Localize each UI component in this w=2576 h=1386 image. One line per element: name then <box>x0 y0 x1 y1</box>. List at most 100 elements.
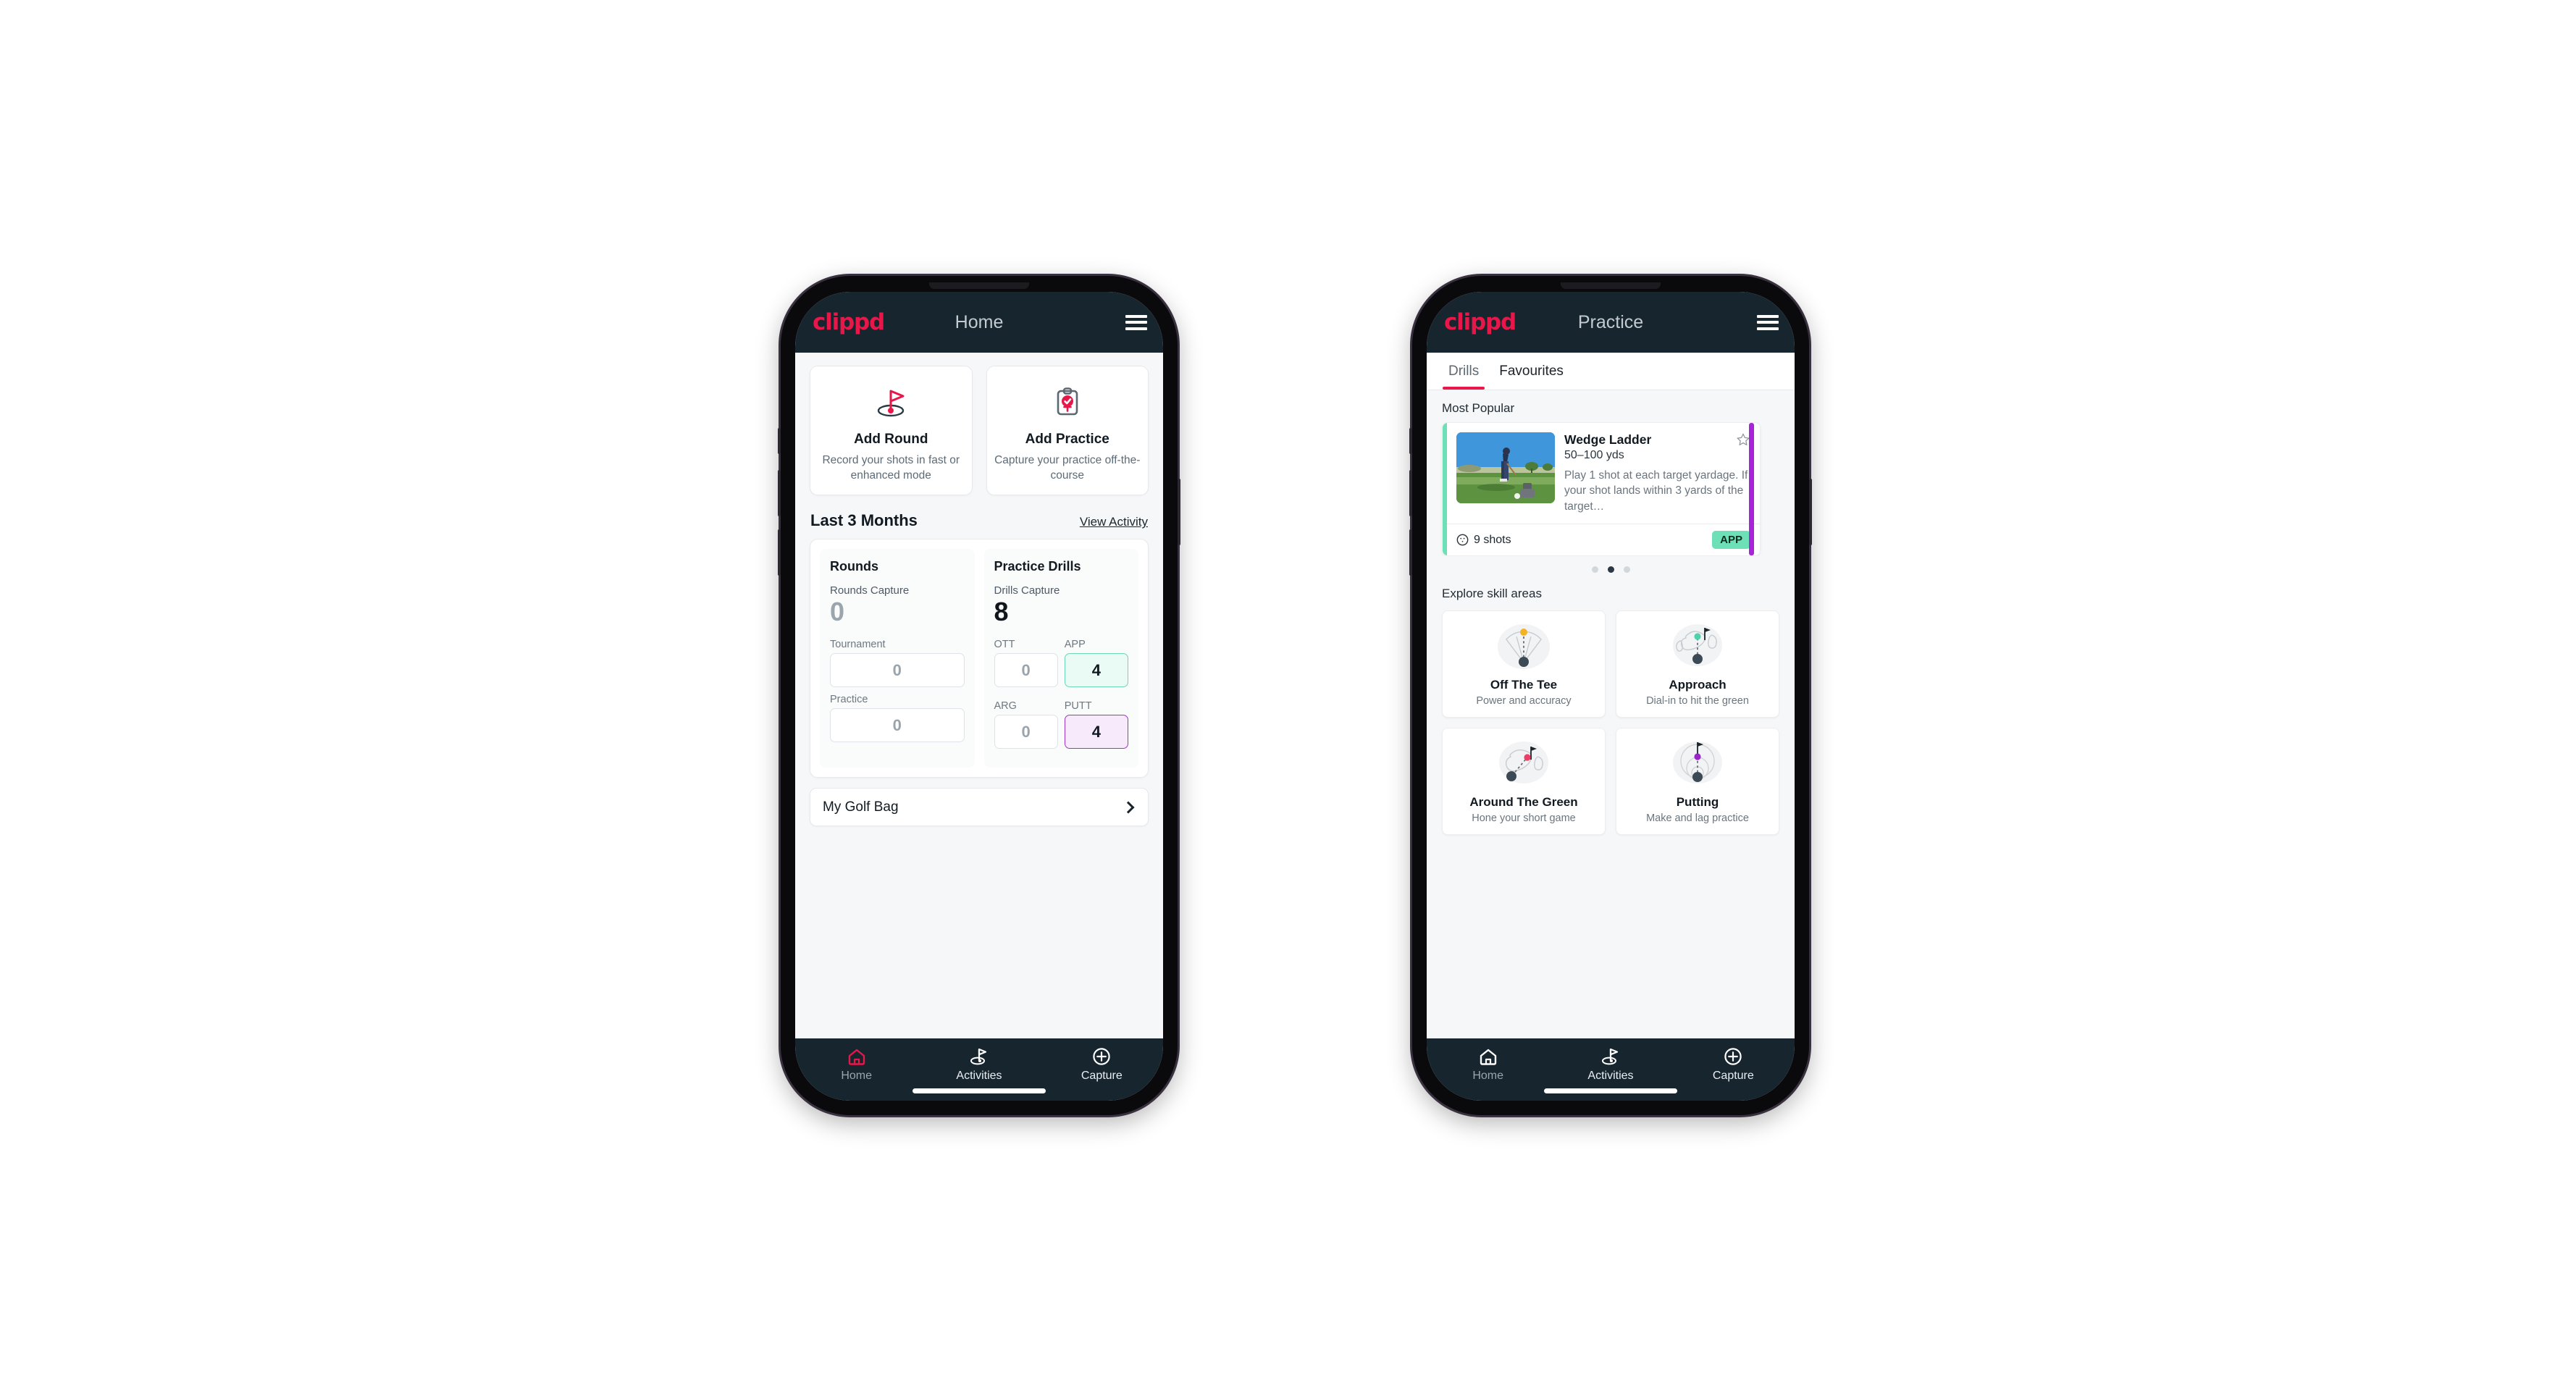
phone-volume-up-button <box>1409 470 1412 516</box>
screenshot-canvas: clippd Home Add Round Record your shots … <box>0 0 2576 1386</box>
drills-carousel[interactable]: Wedge Ladder 50–100 yds Play 1 shot at e… <box>1427 422 1795 557</box>
nav-label-activities: Activities <box>956 1070 1002 1082</box>
add-round-title: Add Round <box>854 432 928 447</box>
phone-silent-switch <box>1409 428 1412 454</box>
drill-thumbnail <box>1456 432 1555 503</box>
quick-actions-row: Add Round Record your shots in fast or e… <box>795 353 1163 496</box>
drill-card-wedge-ladder[interactable]: Wedge Ladder 50–100 yds Play 1 shot at e… <box>1442 422 1761 557</box>
phone-power-button <box>1178 479 1180 545</box>
section-title: Last 3 Months <box>810 511 918 530</box>
drill-info: Wedge Ladder 50–100 yds Play 1 shot at e… <box>1564 432 1750 514</box>
practice-tab-bar: Drills Favourites <box>1427 353 1795 390</box>
putt-label: PUTT <box>1064 700 1092 713</box>
my-golf-bag-row[interactable]: My Golf Bag <box>810 788 1149 827</box>
nav-item-home[interactable]: Home <box>1427 1047 1549 1083</box>
carousel-dot[interactable] <box>1623 566 1630 574</box>
tournament-label: Tournament <box>830 639 886 651</box>
drills-field-grid: OTT 0 APP 4 ARG 0 PUTT 4 <box>994 639 1128 755</box>
golf-flag-icon <box>1600 1047 1621 1066</box>
carousel-dot[interactable] <box>1591 566 1598 574</box>
bottom-navigation-practice: Home Activities Capture <box>1427 1038 1795 1101</box>
hamburger-menu-icon[interactable] <box>1125 314 1147 330</box>
phone-volume-down-button <box>1409 529 1412 576</box>
nav-item-capture[interactable]: Capture <box>1672 1047 1795 1083</box>
rounds-stats-column: Rounds Rounds Capture 0 Tournament 0 Pra… <box>820 549 975 768</box>
clipboard-check-icon <box>994 381 1141 423</box>
phone-notch <box>1561 282 1661 289</box>
approach-green-icon <box>1622 620 1773 673</box>
skill-card-putting[interactable]: Putting Make and lag practice <box>1616 728 1779 836</box>
add-round-subtitle: Record your shots in fast or enhanced mo… <box>822 454 960 482</box>
nav-label-capture: Capture <box>1081 1070 1123 1082</box>
add-round-card[interactable]: Add Round Record your shots in fast or e… <box>810 366 973 496</box>
practice-value[interactable]: 0 <box>830 708 965 743</box>
nav-label-capture: Capture <box>1712 1070 1754 1082</box>
plus-circle-icon <box>1724 1047 1742 1066</box>
rounds-capture-value: 0 <box>830 597 845 627</box>
phone-volume-up-button <box>778 470 781 516</box>
nav-item-activities[interactable]: Activities <box>918 1047 1040 1083</box>
home-icon <box>847 1047 866 1066</box>
around-green-icon <box>1448 737 1599 791</box>
phone-notch <box>929 282 1029 289</box>
nav-item-activities[interactable]: Activities <box>1549 1047 1671 1083</box>
putt-value[interactable]: 4 <box>1064 715 1128 749</box>
carousel-pagination-dots[interactable] <box>1427 556 1795 576</box>
drill-yardage: 50–100 yds <box>1564 449 1624 461</box>
golf-flag-icon <box>969 1047 989 1066</box>
my-golf-bag-label: My Golf Bag <box>823 799 899 815</box>
bottom-navigation-home: Home Activities Capture <box>795 1038 1163 1101</box>
drill-card-body: Wedge Ladder 50–100 yds Play 1 shot at e… <box>1443 423 1760 524</box>
drills-capture-label: Drills Capture <box>994 584 1060 597</box>
home-indicator-bar <box>1544 1088 1677 1093</box>
next-drill-accent-bar <box>1749 423 1754 556</box>
ott-value[interactable]: 0 <box>994 653 1058 688</box>
golf-flag-icon <box>818 381 965 423</box>
drill-shots-label: 9 shots <box>1474 533 1511 546</box>
skill-name: Off The Tee <box>1490 678 1558 692</box>
skill-name: Approach <box>1669 678 1727 692</box>
view-activity-link[interactable]: View Activity <box>1080 515 1148 529</box>
skill-areas-grid: Off The Tee Power and accuracy Approach … <box>1427 608 1795 836</box>
app-value[interactable]: 4 <box>1064 653 1128 688</box>
drills-stats-column: Practice Drills Drills Capture 8 OTT 0 A… <box>983 549 1138 768</box>
nav-item-capture[interactable]: Capture <box>1041 1047 1163 1083</box>
next-drill-card-peek[interactable] <box>1749 423 1760 556</box>
practice-label: Practice <box>830 694 868 706</box>
drill-description: Play 1 shot at each target yardage. If y… <box>1564 469 1748 513</box>
phone-volume-down-button <box>778 529 781 576</box>
clippd-logo[interactable]: clippd <box>813 311 885 334</box>
skill-card-around-the-green[interactable]: Around The Green Hone your short game <box>1442 728 1606 836</box>
skill-card-approach[interactable]: Approach Dial-in to hit the green <box>1616 610 1779 718</box>
carousel-dot-active[interactable] <box>1607 566 1614 574</box>
add-practice-title: Add Practice <box>1025 432 1109 447</box>
skill-name: Putting <box>1676 795 1719 810</box>
skill-card-off-the-tee[interactable]: Off The Tee Power and accuracy <box>1442 610 1606 718</box>
drill-name: Wedge Ladder <box>1564 432 1652 447</box>
tab-favourites[interactable]: Favourites <box>1489 353 1574 390</box>
nav-item-home[interactable]: Home <box>795 1047 918 1083</box>
add-practice-card[interactable]: Add Practice Capture your practice off-t… <box>986 366 1149 496</box>
tournament-value[interactable]: 0 <box>830 653 965 688</box>
drills-capture-value: 8 <box>994 597 1009 627</box>
nav-label-activities: Activities <box>1587 1070 1634 1082</box>
tab-drills[interactable]: Drills <box>1438 353 1489 390</box>
practice-content: Most Popular Wedge Ladder 50–100 yds Pla… <box>1427 390 1795 1038</box>
clippd-logo[interactable]: clippd <box>1444 311 1516 334</box>
nav-label-home: Home <box>1472 1070 1503 1082</box>
ott-label: OTT <box>994 639 1015 651</box>
skill-subtitle: Make and lag practice <box>1646 812 1749 825</box>
home-screen: clippd Home Add Round Record your shots … <box>795 292 1163 1101</box>
stats-card: Rounds Rounds Capture 0 Tournament 0 Pra… <box>810 539 1149 778</box>
hamburger-menu-icon[interactable] <box>1757 314 1779 330</box>
drill-shots: 9 shots <box>1456 534 1511 547</box>
arg-value[interactable]: 0 <box>994 715 1058 749</box>
golf-ball-icon <box>1456 534 1469 546</box>
skill-subtitle: Power and accuracy <box>1476 695 1572 707</box>
phone-power-button <box>1809 479 1812 545</box>
star-outline-icon[interactable] <box>1736 432 1750 447</box>
plus-circle-icon <box>1092 1047 1111 1066</box>
add-practice-subtitle: Capture your practice off-the-course <box>994 454 1141 482</box>
home-app-bar: clippd Home <box>795 292 1163 353</box>
nav-label-home: Home <box>841 1070 872 1082</box>
